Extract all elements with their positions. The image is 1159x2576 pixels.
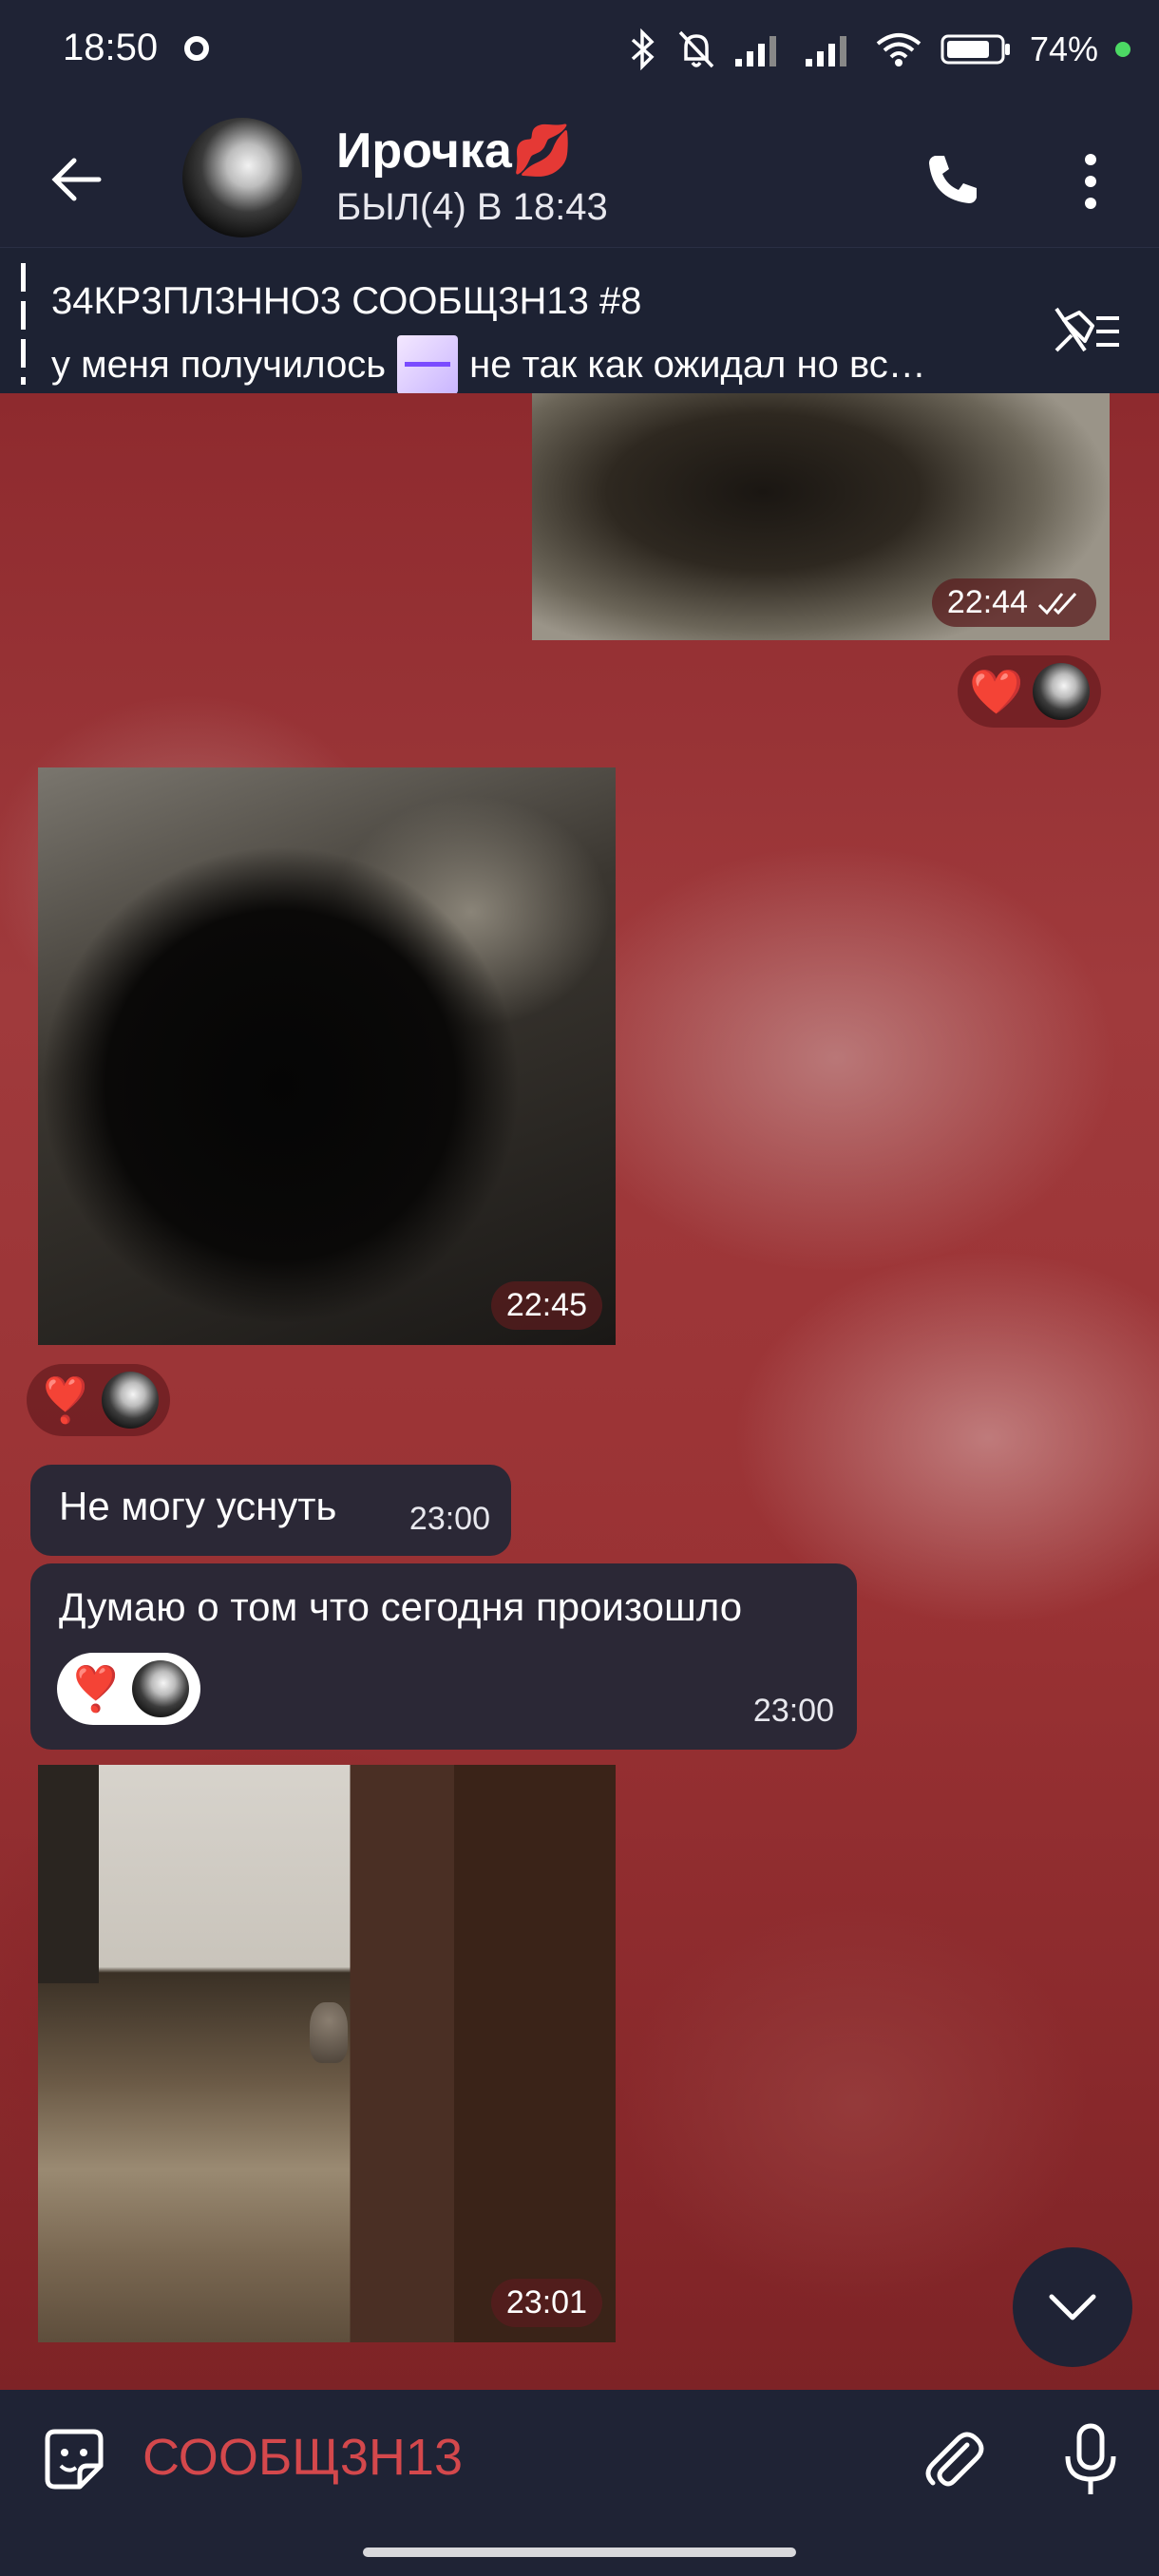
phone-icon[interactable] bbox=[920, 146, 986, 213]
message-time: 22:45 bbox=[490, 1281, 602, 1330]
message-text: Думаю о том что сегодня произошло bbox=[59, 1584, 743, 1629]
message-input-bar bbox=[0, 2390, 1159, 2523]
kitten bbox=[310, 2002, 348, 2063]
signal-icon-2 bbox=[805, 36, 846, 66]
heart-icon: ❤️ bbox=[969, 667, 1024, 716]
message-time: 23:01 bbox=[490, 2279, 602, 2327]
scroll-down-button[interactable] bbox=[1013, 2247, 1132, 2367]
home-indicator[interactable] bbox=[363, 2548, 796, 2557]
pinned-text-before: у меня получилось bbox=[51, 343, 387, 386]
message-text: Не могу уснуть bbox=[59, 1484, 337, 1528]
reaction-avatar bbox=[1033, 663, 1091, 720]
mute-bell-icon bbox=[678, 30, 714, 68]
pinned-title: 34КР3ПЛ3ННО3 СООБЩ3Н13 #8 bbox=[51, 280, 642, 322]
microphone-icon[interactable] bbox=[1054, 2420, 1127, 2500]
hearts-icon: ❣️ bbox=[38, 1375, 93, 1425]
status-icons: 74% bbox=[625, 28, 1130, 70]
battery-percent: 74% bbox=[1029, 29, 1098, 68]
battery-icon bbox=[940, 34, 1010, 65]
reaction-avatar bbox=[132, 1660, 190, 1717]
incoming-photo[interactable]: 22:45 bbox=[38, 767, 616, 1345]
incoming-message[interactable]: Не могу уснуть 23:00 bbox=[30, 1465, 511, 1556]
paperclip-icon[interactable] bbox=[918, 2424, 990, 2496]
reaction-hearts[interactable]: ❣️ bbox=[57, 1653, 201, 1725]
pinned-indicator bbox=[21, 263, 26, 385]
incoming-message[interactable]: Думаю о том что сегодня произошло ❣️ 23:… bbox=[30, 1563, 857, 1750]
chevron-down-icon bbox=[1049, 2294, 1096, 2320]
pinned-text: у меня получилось не так как ожидал но в… bbox=[51, 335, 1011, 394]
photo2-time: 22:45 bbox=[505, 1287, 587, 1323]
chat-header: Ирочка💋 БЫЛ(4) В 18:43 bbox=[0, 104, 1159, 247]
photo-detail bbox=[38, 1765, 99, 1983]
contact-name[interactable]: Ирочка💋 bbox=[336, 122, 574, 180]
reaction-avatar bbox=[102, 1372, 160, 1429]
message-time: 23:00 bbox=[408, 1501, 490, 1537]
pinned-text-after: не так как ожидал но вс… bbox=[469, 343, 926, 386]
bluetooth-icon bbox=[631, 28, 655, 70]
pin-list-icon[interactable] bbox=[1051, 303, 1123, 356]
last-seen-status: БЫЛ(4) В 18:43 bbox=[336, 186, 608, 228]
contact-avatar[interactable] bbox=[182, 118, 302, 237]
incoming-photo[interactable]: 23:01 bbox=[38, 1765, 616, 2342]
status-bar: 18:50 74% bbox=[0, 0, 1159, 104]
outgoing-photo[interactable]: 22:44 bbox=[532, 393, 1110, 640]
back-arrow-icon[interactable] bbox=[44, 146, 110, 213]
more-vertical-icon[interactable] bbox=[1072, 148, 1110, 215]
chat-area[interactable]: 22:44 ❤️ 22:45 ❣️ Не могу уснуть 23:00 Д… bbox=[0, 393, 1159, 2390]
photo1-time: 22:44 bbox=[946, 584, 1028, 620]
record-icon bbox=[184, 36, 209, 61]
sticker-icon[interactable] bbox=[38, 2424, 110, 2496]
photo3-time: 23:01 bbox=[505, 2284, 587, 2320]
message-input[interactable] bbox=[142, 2424, 864, 2491]
message-time: 22:44 bbox=[931, 578, 1096, 627]
status-time: 18:50 bbox=[63, 27, 159, 68]
wifi-icon bbox=[876, 33, 922, 66]
charging-dot bbox=[1115, 42, 1130, 57]
reaction-hearts[interactable]: ❣️ bbox=[27, 1364, 171, 1436]
pinned-message[interactable]: 34КР3ПЛ3ННО3 СООБЩ3Н13 #8 у меня получил… bbox=[0, 247, 1159, 394]
hearts-icon: ❣️ bbox=[68, 1664, 124, 1714]
message-time: 23:00 bbox=[752, 1693, 834, 1729]
system-nav-bar bbox=[0, 2523, 1159, 2576]
signal-icon bbox=[734, 36, 776, 66]
pinned-thumbnail bbox=[397, 335, 459, 394]
double-check-icon bbox=[1037, 592, 1077, 615]
reaction-heart[interactable]: ❤️ bbox=[958, 655, 1102, 728]
